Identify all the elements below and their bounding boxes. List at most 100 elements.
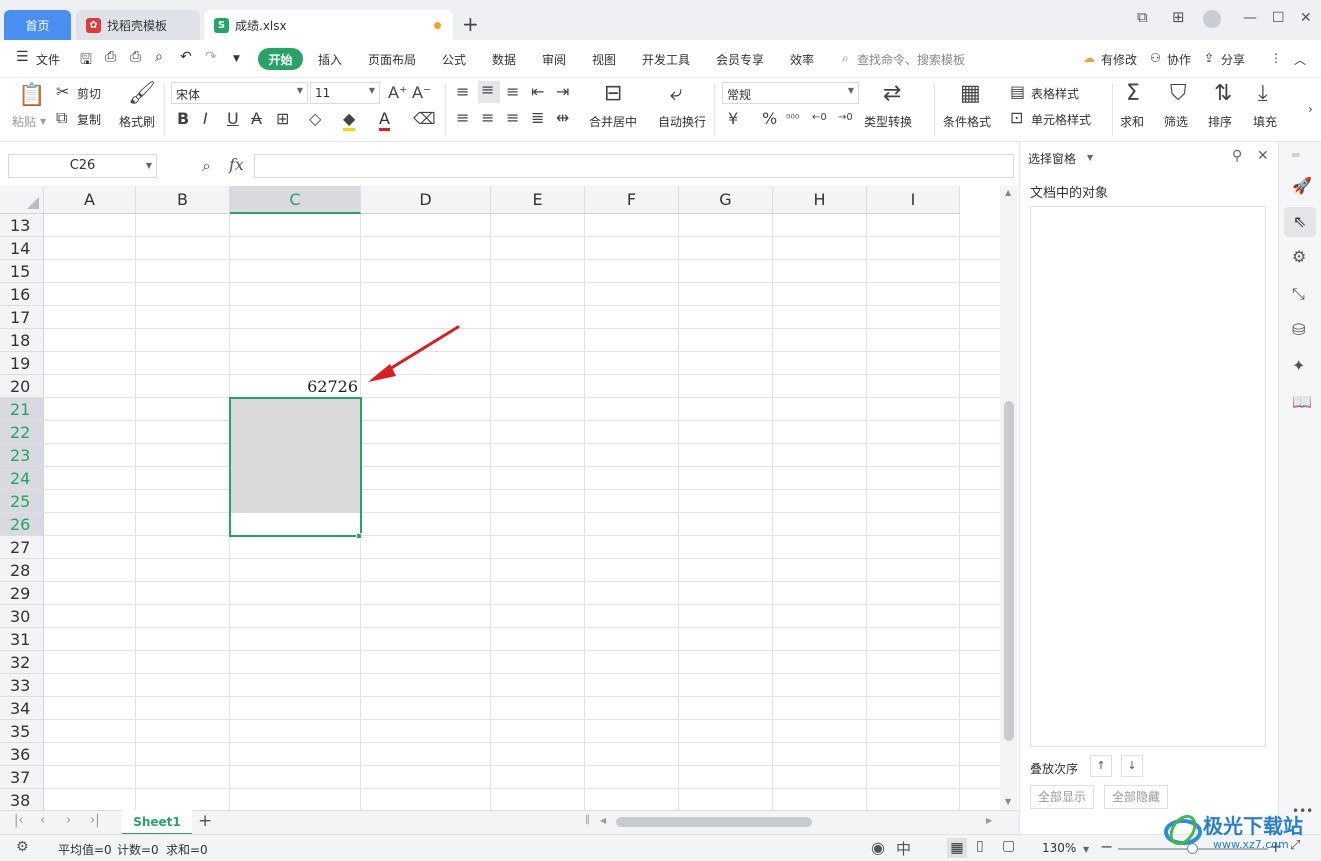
row-header-32[interactable]: 32 [0, 651, 44, 674]
page-layout-view-icon[interactable]: ▯ [976, 838, 984, 854]
menu-insert[interactable]: 插入 [318, 51, 342, 68]
row-header-17[interactable]: 17 [0, 306, 44, 329]
properties-icon[interactable]: ⚙ [1292, 247, 1306, 266]
prev-sheet-icon[interactable]: ‹ [40, 813, 45, 828]
scroll-left-icon[interactable]: ◀ [600, 816, 606, 825]
selection-pane-toggle[interactable]: ⇖ [1284, 207, 1316, 237]
close-pane-icon[interactable]: ✕ [1257, 148, 1269, 164]
filter-button[interactable]: 筛选 [1164, 113, 1188, 130]
column-header-h[interactable]: H [773, 186, 867, 214]
column-header-g[interactable]: G [679, 186, 773, 214]
sort-button[interactable]: 排序 [1208, 113, 1232, 130]
thousands-icon[interactable]: ⁰⁰⁰ [786, 110, 799, 128]
row-header-19[interactable]: 19 [0, 352, 44, 375]
bold-icon[interactable]: B [177, 110, 189, 128]
avatar[interactable] [1203, 10, 1221, 28]
row-header-25[interactable]: 25 [0, 490, 44, 513]
scroll-right-icon[interactable]: ▶ [986, 816, 992, 825]
copy-button[interactable]: 复制 [77, 111, 101, 128]
clear-format-icon[interactable]: ⌫ [413, 110, 436, 128]
select-all-corner[interactable] [0, 186, 44, 214]
name-box[interactable]: C26 ▼ [8, 154, 157, 178]
column-header-f[interactable]: F [585, 186, 679, 214]
percent-icon[interactable]: % [762, 110, 777, 128]
tab-file[interactable]: S 成绩.xlsx [204, 10, 453, 40]
auto-wrap-button[interactable]: 自动换行 [658, 113, 706, 130]
undo-icon[interactable]: ↶ [180, 49, 192, 65]
menu-page-layout[interactable]: 页面布局 [368, 51, 416, 68]
modified-status[interactable]: 有修改 [1101, 51, 1137, 68]
fill-button[interactable]: 填充 [1253, 113, 1277, 130]
increase-font-icon[interactable]: A⁺ [388, 84, 407, 102]
column-header-d[interactable]: D [361, 186, 491, 214]
font-size-select[interactable]: 11 ▼ [310, 82, 380, 104]
apps-grid-icon[interactable]: ⊞ [1172, 8, 1185, 26]
ribbon-scroll-right-icon[interactable]: › [1308, 100, 1313, 118]
row-header-36[interactable]: 36 [0, 743, 44, 766]
fill-handle[interactable] [356, 533, 362, 539]
quick-access-dropdown-icon[interactable]: ▼ [233, 54, 240, 64]
decrease-font-icon[interactable]: A⁻ [412, 84, 431, 102]
pin-icon[interactable]: ⚲ [1232, 148, 1242, 164]
paste-button[interactable]: 粘贴 [12, 113, 36, 130]
row-header-22[interactable]: 22 [0, 421, 44, 444]
page-break-view-icon[interactable]: ▢ [1002, 838, 1015, 854]
paste-icon[interactable]: 📋 [18, 84, 45, 108]
selection-pane-title[interactable]: 选择窗格 [1028, 150, 1076, 167]
scroll-down-icon[interactable]: ▼ [1005, 797, 1011, 806]
number-format-select[interactable]: 常规 ▼ [722, 82, 859, 104]
row-header-33[interactable]: 33 [0, 674, 44, 697]
maximize-icon[interactable]: ☐ [1272, 10, 1285, 26]
type-convert-button[interactable]: 类型转换 [864, 113, 912, 130]
decrease-decimal-icon[interactable]: →0 [838, 109, 853, 127]
eye-protection-icon[interactable]: ◉ [871, 838, 885, 857]
row-header-27[interactable]: 27 [0, 536, 44, 559]
justify-icon[interactable]: ≣ [531, 109, 544, 127]
zoom-formula-icon[interactable]: ⌕ [202, 156, 211, 176]
row-header-21[interactable]: 21 [0, 398, 44, 421]
vertical-scrollbar[interactable]: ▲ ▼ [1000, 186, 1018, 810]
formula-input[interactable] [254, 154, 1014, 178]
hide-all-button[interactable]: 全部隐藏 [1104, 785, 1168, 809]
column-header-a[interactable]: A [44, 186, 136, 214]
align-center-icon[interactable]: ≡ [481, 109, 494, 127]
book-icon[interactable]: 📖 [1292, 392, 1312, 411]
row-header-34[interactable]: 34 [0, 697, 44, 720]
merge-center-button[interactable]: 合并居中 [589, 113, 637, 130]
row-header-29[interactable]: 29 [0, 582, 44, 605]
cell-style-button[interactable]: 单元格样式 [1031, 111, 1091, 128]
menu-data[interactable]: 数据 [492, 51, 516, 68]
italic-icon[interactable]: I [203, 110, 208, 128]
underline-icon[interactable]: U [227, 110, 239, 128]
currency-icon[interactable]: ¥ [728, 110, 738, 128]
decrease-indent-icon[interactable]: ⇤ [531, 83, 544, 101]
fill-color-icon[interactable]: ◆ [343, 110, 356, 131]
command-search-input[interactable]: 查找命令、搜索模板 [857, 51, 965, 68]
menu-formula[interactable]: 公式 [442, 51, 466, 68]
tab-template[interactable]: ✿ 找稻壳模板 [76, 10, 200, 40]
row-header-15[interactable]: 15 [0, 260, 44, 283]
column-header-b[interactable]: B [136, 186, 230, 214]
column-header-c[interactable]: C [230, 186, 361, 214]
font-color-icon[interactable]: A [379, 110, 390, 131]
row-header-38[interactable]: 38 [0, 789, 44, 810]
row-header-26[interactable]: 26 [0, 513, 44, 536]
rocket-icon[interactable]: 🚀 [1292, 176, 1312, 195]
share-button[interactable]: 分享 [1221, 51, 1245, 68]
increase-indent-icon[interactable]: ⇥ [556, 83, 569, 101]
strikethrough-icon[interactable]: A [251, 110, 262, 128]
horizontal-scroll-thumb[interactable] [616, 817, 812, 827]
more-icon[interactable]: ⋮ [1270, 51, 1282, 65]
objects-list[interactable] [1030, 206, 1266, 747]
menu-developer[interactable]: 开发工具 [642, 51, 690, 68]
align-right-icon[interactable]: ≡ [506, 109, 519, 127]
align-left-icon[interactable]: ≡ [456, 109, 469, 127]
column-header-i[interactable]: I [867, 186, 960, 214]
fx-icon[interactable]: fx [229, 155, 244, 174]
scroll-up-icon[interactable]: ▲ [1005, 188, 1011, 197]
sum-button[interactable]: 求和 [1120, 113, 1144, 130]
print-preview-icon[interactable]: ⌕ [155, 49, 163, 65]
zoom-level[interactable]: 130% [1042, 841, 1076, 855]
macro-icon[interactable]: ⚙ [16, 839, 29, 855]
spreadsheet-grid[interactable]: ABCDEFGHI 13 14 15 16 17 18 19 20 21 22 23 24 25 26 27… [0, 186, 1000, 810]
